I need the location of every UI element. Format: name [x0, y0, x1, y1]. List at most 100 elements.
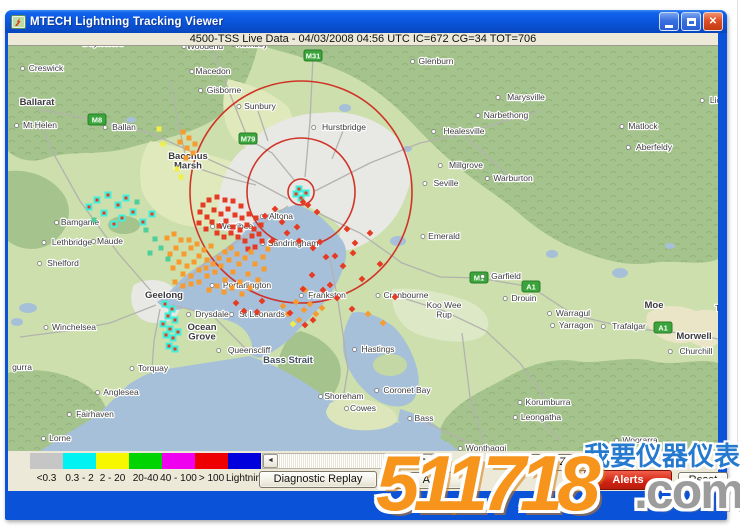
lightning-strike [187, 238, 192, 243]
map-label: Ballan [112, 122, 136, 132]
zoom-out-button[interactable]: Zoom Out [528, 454, 640, 471]
town-dot [299, 294, 303, 298]
lightning-strike [141, 220, 146, 225]
lightning-strike [187, 136, 192, 141]
alerts-button[interactable]: Alerts [584, 470, 672, 490]
town-dot [38, 262, 42, 266]
town-dot [42, 241, 46, 245]
town-dot [55, 221, 59, 225]
lightning-strike [178, 140, 183, 145]
town-dot [548, 312, 552, 316]
lightning-strike [112, 222, 117, 227]
town-dot [700, 99, 704, 103]
minimize-button[interactable] [659, 12, 679, 31]
map-label: Shelford [47, 258, 79, 268]
map-label: Drysdale [195, 309, 229, 319]
lightning-strike [168, 327, 173, 332]
map-label: Queenscliff [228, 345, 271, 355]
map-label: Daylesford [83, 46, 124, 48]
map-label: Glenburn [419, 56, 454, 66]
map-label: Morwell [676, 331, 711, 342]
legend-label: <0.3 [28, 473, 65, 484]
town-dot [423, 182, 427, 186]
legend-swatch [195, 453, 228, 469]
legend-label: 20-40 [127, 473, 164, 484]
map-label: Wonthaggi [466, 443, 507, 451]
legend-swatch [162, 453, 195, 469]
lightning-strike [163, 302, 168, 307]
map-label: Leongatha [521, 412, 561, 422]
lightning-strike [144, 228, 149, 233]
lightning-strike [238, 228, 243, 233]
lightning-strike [161, 142, 166, 147]
map-label: Sandringham [268, 238, 319, 248]
map-label: Geelong [145, 290, 183, 301]
lightning-strike [182, 252, 187, 257]
map-label: Garfield [491, 271, 521, 281]
town-dot [130, 367, 134, 371]
town-dot [92, 240, 96, 244]
lightning-strike [202, 248, 207, 253]
lightning-strike [209, 244, 214, 249]
lightning-strike [184, 156, 189, 161]
map-label: Maude [97, 236, 123, 246]
map-label: Traralgon [715, 303, 718, 313]
town-dot [231, 46, 235, 47]
map-label: Aberfeldy [636, 142, 673, 152]
map-label: Macedon [196, 66, 231, 76]
lightning-strike [175, 167, 180, 172]
map-label: Licola [710, 95, 718, 105]
lightning-strike [161, 322, 166, 327]
map-canvas[interactable]: M8M79M31M1A1A1 DaylesfordWoodendRomseyGl… [8, 45, 718, 451]
lightning-strike [177, 260, 182, 265]
window-content: 4500-TSS Live Data - 04/03/2008 04:56 UT… [8, 33, 718, 491]
maximize-button[interactable] [681, 12, 701, 31]
lightning-strike [193, 142, 198, 147]
lightning-strike [207, 288, 212, 293]
town-dot [44, 326, 48, 330]
lightning-strike [222, 235, 227, 240]
legend-swatch [96, 453, 129, 469]
reset-button[interactable]: Reset [678, 472, 728, 489]
lightning-strike [215, 195, 220, 200]
lightning-strike [210, 220, 215, 225]
lightning-strike [257, 232, 262, 237]
map-label: BacchusMarsh [168, 151, 208, 172]
town-dot [210, 284, 214, 288]
diagnostic-replay-button[interactable]: Diagnostic Replay [259, 471, 377, 488]
lightning-strike [254, 216, 259, 221]
lightning-strike [166, 314, 171, 319]
map-scrollbar[interactable]: ◄ ► [262, 453, 434, 469]
auto-button[interactable]: Auto [394, 472, 474, 489]
scroll-left-arrow[interactable]: ◄ [263, 454, 278, 468]
map-label: Warburton [493, 173, 533, 183]
road-shield-label: A1 [526, 283, 536, 292]
map-label: Cranbourne [384, 290, 429, 300]
lightning-strike [116, 203, 121, 208]
lightning-strike [131, 210, 136, 215]
lightning-strike [205, 274, 210, 279]
map-label: Warragul [556, 308, 590, 318]
lightning-strike [222, 290, 227, 295]
town-dot [230, 313, 234, 317]
lightning-strike [211, 262, 216, 267]
town-dot [668, 350, 672, 354]
close-button[interactable]: ✕ [703, 12, 723, 31]
map-label: Fairhaven [76, 409, 114, 419]
town-dot [476, 114, 480, 118]
titlebar[interactable]: MTECH Lightning Tracking Viewer ✕ [5, 10, 727, 33]
map-label: Marysville [507, 92, 545, 102]
lightning-strike [243, 239, 248, 244]
town-dot [376, 294, 380, 298]
lightning-strike [248, 286, 253, 291]
lightning-strike [164, 333, 169, 338]
lightning-strike [165, 236, 170, 241]
scroll-right-arrow[interactable]: ► [418, 454, 433, 468]
lightning-strike [102, 211, 107, 216]
town-dot [408, 417, 412, 421]
lightning-strike [174, 246, 179, 251]
lightning-strike [223, 250, 228, 255]
town-dot [96, 391, 100, 395]
town-dot [513, 416, 517, 420]
scrollbar-track[interactable] [278, 454, 418, 468]
